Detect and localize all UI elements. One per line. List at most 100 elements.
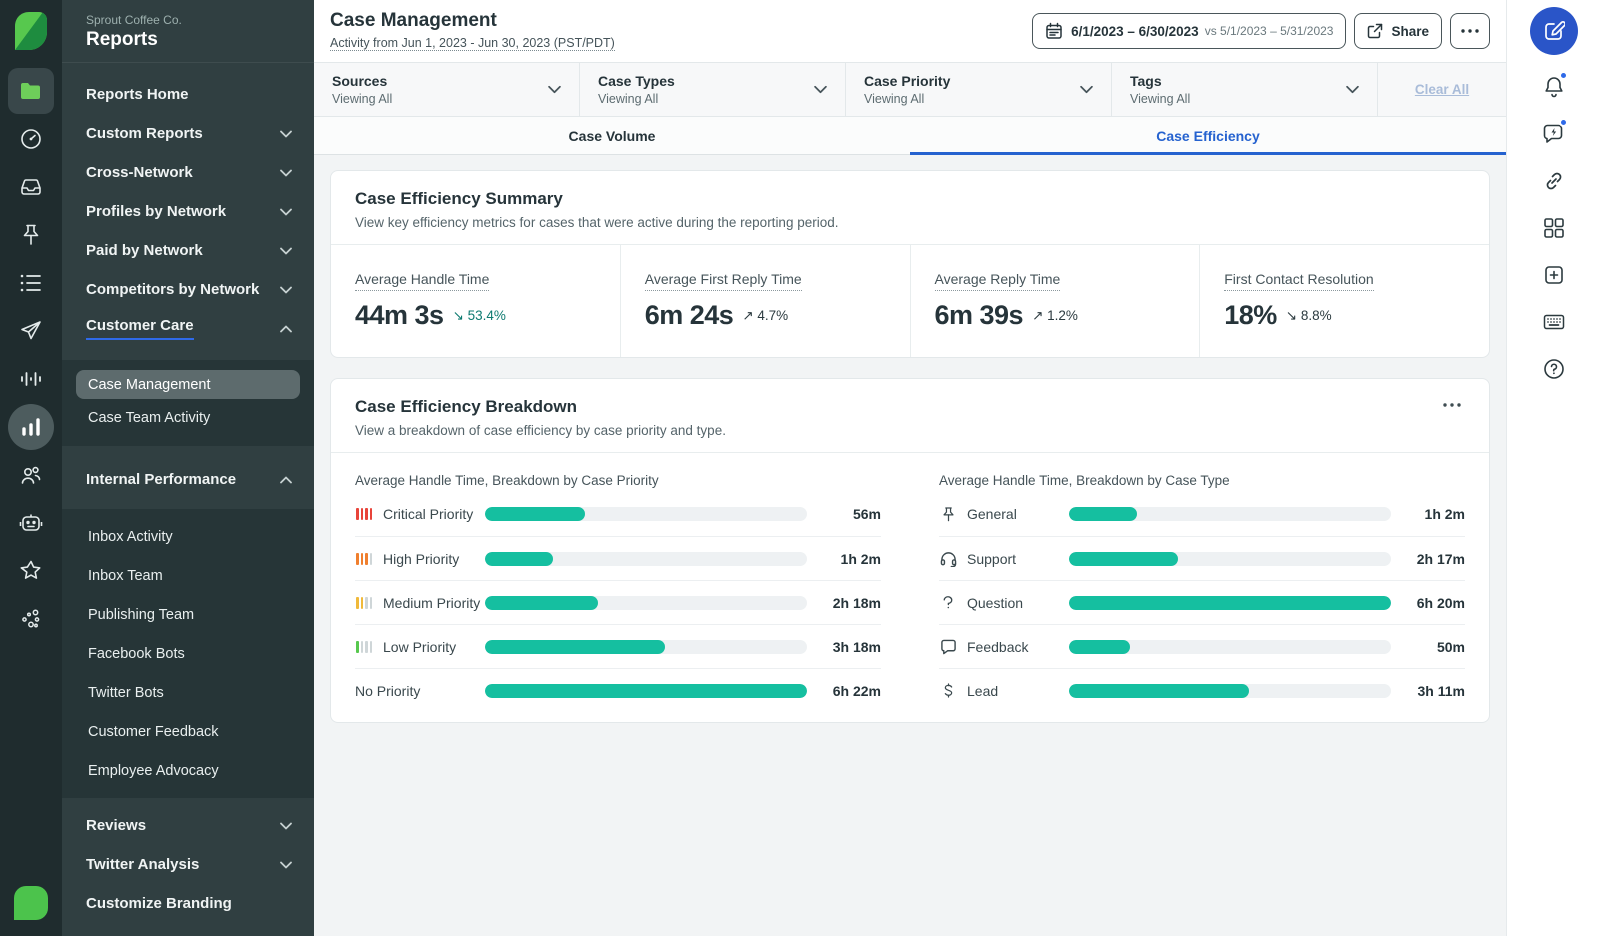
sidebar-item-case-management[interactable]: Case Management [76,370,300,399]
card-menu-ellipsis-icon[interactable] [1439,397,1465,413]
summary-card-subtitle: View key efficiency metrics for cases th… [355,215,839,230]
compare-range-value: vs 5/1/2023 – 5/31/2023 [1204,24,1334,38]
more-options-button[interactable] [1450,13,1490,49]
sidebar-item-reports-home[interactable]: Reports Home [62,75,314,114]
sidebar-item-cross-network[interactable]: Cross-Network [62,153,314,192]
molecule-icon[interactable] [8,596,54,642]
chart-row-no-priority: No Priority 6h 22m [355,668,881,712]
priority-high-icon [355,552,373,565]
main-content: Case Management Activity from Jun 1, 202… [314,0,1506,936]
chart-row-low: Low Priority 3h 18m [355,624,881,668]
bar-track [485,507,807,521]
waveform-icon[interactable] [8,356,54,402]
clear-all-filters-link[interactable]: Clear All [1415,82,1469,97]
share-label: Share [1391,23,1429,39]
sidebar-item-case-team-activity[interactable]: Case Team Activity [62,399,314,436]
bar-value: 6h 20m [1416,594,1465,611]
sidebar-item-twitter-bots[interactable]: Twitter Bots [62,673,314,712]
sidebar-item-employee-advocacy[interactable]: Employee Advocacy [62,751,314,790]
gauge-icon[interactable] [8,116,54,162]
sidebar-item-internal-performance[interactable]: Internal Performance [62,460,314,499]
keyboard-icon[interactable] [1534,302,1574,342]
filter-tags[interactable]: Tags Viewing All [1112,63,1378,116]
share-button[interactable]: Share [1354,13,1442,49]
sidebar-item-customer-feedback[interactable]: Customer Feedback [62,712,314,751]
sidebar-item-inbox-team[interactable]: Inbox Team [62,556,314,595]
tab-case-efficiency[interactable]: Case Efficiency [910,117,1506,155]
chevron-down-icon [280,130,292,138]
bar-value: 2h 17m [1416,550,1465,567]
metric-value: 6m 39s [934,300,1024,330]
sidebar-item-customer-care[interactable]: Customer Care [62,309,314,348]
bar-track [485,683,807,698]
bar-track [485,639,807,654]
metric-average-first-reply-time: Average First Reply Time 6m 24s ↗ 4.7% [619,245,910,357]
metric-delta: ↘ 8.8% [1285,307,1332,323]
dollar-icon [939,682,957,699]
bar-value: 6h 22m [832,682,881,699]
filter-bar: Sources Viewing All Case Types Viewing All… [314,62,1506,117]
sidebar-item-twitter-analysis[interactable]: Twitter Analysis [62,845,314,884]
bar-value: 3h 18m [832,638,881,655]
compose-button[interactable] [1529,7,1578,55]
chart-row-high: High Priority 1h 2m [355,536,881,580]
sprout-leaf-icon[interactable] [14,886,48,920]
case-efficiency-breakdown-card: Case Efficiency Breakdown View a breakdo… [330,378,1490,723]
utility-rail [1506,0,1600,936]
bot-icon[interactable] [8,500,54,546]
reports-folder-icon[interactable] [8,68,54,114]
notification-badge [1558,71,1568,80]
bar-fill [1069,683,1250,698]
chevron-down-icon [548,85,561,94]
sidebar-item-customize-branding[interactable]: Customize Branding [62,884,314,923]
sidebar-item-profiles-by-network[interactable]: Profiles by Network [62,192,314,231]
sidebar-item-facebook-bots[interactable]: Facebook Bots [62,634,314,673]
bar-chart-icon[interactable] [8,404,54,450]
bar-fill [1069,639,1131,654]
sidebar-item-inbox-activity[interactable]: Inbox Activity [62,517,314,556]
link-icon[interactable] [1534,161,1574,201]
feedback-bolt-icon[interactable] [1534,114,1574,154]
filter-case-types[interactable]: Case Types Viewing All [580,63,846,116]
filter-sources[interactable]: Sources Viewing All [314,63,580,116]
bar-track [1069,683,1391,698]
bar-fill [1069,551,1179,566]
bar-value: 56m [852,506,881,522]
bar-value: 1h 2m [840,550,881,567]
people-icon[interactable] [8,452,54,498]
sidebar-item-publishing-team[interactable]: Publishing Team [62,595,314,634]
page-title: Case Management [330,10,497,31]
sprout-logo[interactable] [13,10,49,52]
help-icon[interactable] [1534,349,1574,389]
sidebar-item-reviews[interactable]: Reviews [62,806,314,845]
tab-case-volume[interactable]: Case Volume [314,117,910,154]
sidebar-item-competitors-by-network[interactable]: Competitors by Network [62,270,314,309]
add-square-icon[interactable] [1534,255,1574,295]
question-icon [939,594,957,611]
bar-fill [485,551,553,566]
chevron-up-icon [280,325,292,333]
chart-row-support: Support 2h 17m [939,536,1465,580]
sidebar-item-custom-reports[interactable]: Custom Reports [62,114,314,153]
notifications-bell-icon[interactable] [1534,67,1574,107]
apps-grid-icon[interactable] [1534,208,1574,248]
summary-card-title: Case Efficiency Summary [355,189,563,208]
filter-case-priority[interactable]: Case Priority Viewing All [846,63,1112,116]
breakdown-card-subtitle: View a breakdown of case efficiency by c… [355,423,726,438]
metric-value: 6m 24s [644,300,734,330]
priority-low-icon [355,640,373,653]
chevron-down-icon [814,85,827,94]
chevron-down-icon [1346,85,1359,94]
pin-icon[interactable] [8,212,54,258]
star-icon[interactable] [8,548,54,594]
chevron-down-icon [280,247,292,255]
priority-critical-icon [355,508,373,520]
sidebar-item-paid-by-network[interactable]: Paid by Network [62,231,314,270]
bar-fill [1069,595,1391,610]
list-icon[interactable] [8,260,54,306]
send-icon[interactable] [8,308,54,354]
date-range-picker[interactable]: 6/1/2023 – 6/30/2023 vs 5/1/2023 – 5/31/… [1032,13,1347,49]
inbox-icon[interactable] [8,164,54,210]
activity-range-text[interactable]: Activity from Jun 1, 2023 - Jun 30, 2023… [330,36,615,51]
share-icon [1367,23,1383,39]
